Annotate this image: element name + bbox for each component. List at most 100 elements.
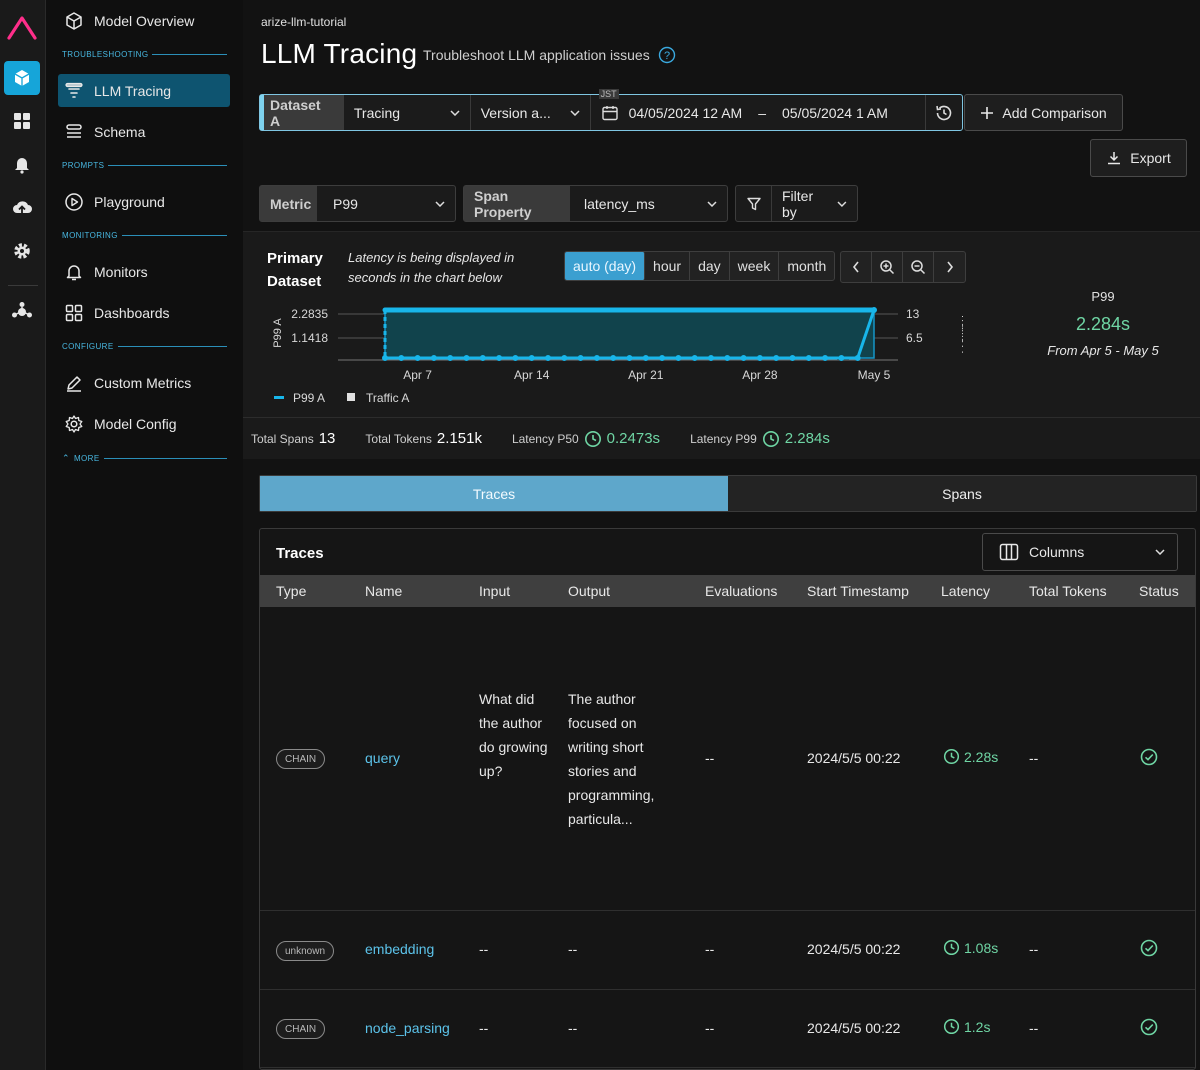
trace-output: -- <box>568 1020 578 1036</box>
tab-traces[interactable]: Traces <box>260 476 728 511</box>
trace-latency: 1.2s <box>943 1018 990 1035</box>
col-start-timestamp[interactable]: Start Timestamp <box>807 583 909 599</box>
filter-icon-cell <box>736 186 772 221</box>
x-tick-label: Apr 7 <box>403 368 432 382</box>
legend-label-p99: P99 A <box>293 391 325 405</box>
icon-rail <box>0 0 46 1070</box>
sidebar-item-dashboards[interactable]: Dashboards <box>58 296 230 329</box>
sidebar-item-llm-tracing[interactable]: LLM Tracing <box>58 74 230 107</box>
series-traffic-point <box>528 355 535 361</box>
latency-value: 1.08s <box>964 939 999 956</box>
history-button[interactable] <box>926 95 962 130</box>
filter-group[interactable]: Filter by <box>735 185 858 222</box>
trace-name-link[interactable]: query <box>365 750 400 766</box>
bell-icon[interactable] <box>4 147 40 181</box>
chart-panel: Primary Dataset Latency is being display… <box>243 231 1200 417</box>
sidebar-item-label: Model Overview <box>94 12 195 29</box>
table-row[interactable]: CHAIN query What did the author do growi… <box>260 607 1195 911</box>
metric-select-value: P99 <box>333 195 358 212</box>
nav-section-more[interactable]: ⌃ MORE <box>62 453 227 464</box>
span-property-group: Span Property latency_ms <box>463 185 728 222</box>
col-type[interactable]: Type <box>276 583 306 599</box>
col-output[interactable]: Output <box>568 583 610 599</box>
breadcrumb[interactable]: arize-llm-tutorial <box>261 15 346 29</box>
sidebar-item-playground[interactable]: Playground <box>58 185 230 218</box>
filter-by-select[interactable]: Filter by <box>772 186 857 221</box>
col-evaluations[interactable]: Evaluations <box>705 583 777 599</box>
series-traffic-point <box>740 355 747 361</box>
version-select[interactable]: Version a... <box>471 95 591 130</box>
stat-value: 2.151k <box>436 430 482 447</box>
sidebar-item-model-overview[interactable]: Model Overview <box>58 4 230 37</box>
trace-name-link[interactable]: embedding <box>365 941 434 957</box>
series-traffic-point <box>838 355 845 361</box>
dataset-select[interactable]: Tracing <box>344 95 471 130</box>
columns-button[interactable]: Columns <box>982 533 1178 571</box>
traces-title: Traces <box>276 545 324 562</box>
chevron-down-icon <box>570 109 580 116</box>
sidebar-item-model-config[interactable]: Model Config <box>58 407 230 440</box>
sidebar-item-label: Playground <box>94 193 165 210</box>
date-range-picker[interactable]: JST 04/05/2024 12 AM – 05/05/2024 1 AM <box>591 89 927 130</box>
dashboards-grid-icon[interactable] <box>4 104 40 138</box>
subtitle-text: Troubleshoot LLM application issues <box>423 47 650 63</box>
trace-evaluations: -- <box>705 1020 715 1036</box>
col-total-tokens[interactable]: Total Tokens <box>1029 583 1107 599</box>
col-name[interactable]: Name <box>365 583 402 599</box>
history-clock-icon <box>936 105 952 120</box>
models-cube-icon[interactable] <box>4 61 40 95</box>
sidebar-item-label: Monitors <box>94 263 148 280</box>
series-traffic-point <box>854 355 861 361</box>
series-traffic-point <box>610 355 617 361</box>
sidebar-item-monitors[interactable]: Monitors <box>58 255 230 288</box>
dataset-label-text: Dataset A <box>270 96 321 129</box>
chevron-down-icon <box>435 200 445 207</box>
nav-section-troubleshooting: TROUBLESHOOTING <box>62 50 227 59</box>
status-success-icon <box>1140 748 1158 769</box>
col-status[interactable]: Status <box>1139 583 1179 599</box>
dataset-select-value: Tracing <box>353 104 401 121</box>
col-input[interactable]: Input <box>479 583 510 599</box>
columns-button-label: Columns <box>1029 544 1085 560</box>
date-from: 04/05/2024 12 AM <box>628 104 743 121</box>
trace-output: -- <box>568 941 578 957</box>
tab-spans[interactable]: Spans <box>728 476 1196 511</box>
export-label: Export <box>1130 150 1171 166</box>
metric-select[interactable]: P99 <box>317 186 455 221</box>
table-row[interactable]: unknown embedding -- -- -- 2024/5/5 00:2… <box>260 911 1195 990</box>
export-button[interactable]: Export <box>1090 139 1187 177</box>
clock-icon <box>584 430 601 447</box>
cloud-upload-icon[interactable] <box>4 191 40 225</box>
metric-label: Metric <box>260 186 317 221</box>
stat-latency-p50: Latency P50 0.2473s <box>512 430 660 448</box>
stat-value: 0.2473s <box>606 430 661 447</box>
arize-logo-icon[interactable] <box>4 10 40 44</box>
clock-icon <box>762 430 779 447</box>
more-label: MORE <box>73 454 100 463</box>
table-row[interactable]: CHAIN node_parsing -- -- -- 2024/5/5 00:… <box>260 990 1195 1068</box>
stat-latency-p99: Latency P99 2.284s <box>690 430 830 448</box>
table-header: Type Name Input Output Evaluations Start… <box>260 575 1195 607</box>
sidebar-item-custom-metrics[interactable]: Custom Metrics <box>58 366 230 399</box>
latency-value: 1.2s <box>964 1018 991 1035</box>
nav-section-prompts: PROMPTS <box>62 161 227 170</box>
help-icon[interactable]: ? <box>658 46 676 64</box>
integrations-icon[interactable] <box>4 295 40 329</box>
col-latency[interactable]: Latency <box>941 583 990 599</box>
y-tick-label: 1.1418 <box>291 331 328 345</box>
stat-label: Latency P99 <box>690 431 757 446</box>
add-comparison-button[interactable]: Add Comparison <box>964 94 1123 131</box>
clock-icon <box>943 748 960 765</box>
span-property-label: Span Property <box>464 186 570 221</box>
nav-sidebar: Model Overview TROUBLESHOOTING LLM Traci… <box>46 0 243 1070</box>
sidebar-item-label: Schema <box>94 123 146 140</box>
date-separator: – <box>758 104 767 121</box>
series-traffic-point <box>708 355 714 361</box>
sidebar-item-schema[interactable]: Schema <box>58 115 230 148</box>
span-property-select[interactable]: latency_ms <box>570 186 727 221</box>
svg-text:?: ? <box>664 50 670 62</box>
settings-gear-icon[interactable] <box>4 234 40 268</box>
sidebar-item-label: Dashboards <box>94 304 170 321</box>
summary-metric: P99 <box>1091 289 1115 304</box>
trace-name-link[interactable]: node_parsing <box>365 1020 450 1036</box>
